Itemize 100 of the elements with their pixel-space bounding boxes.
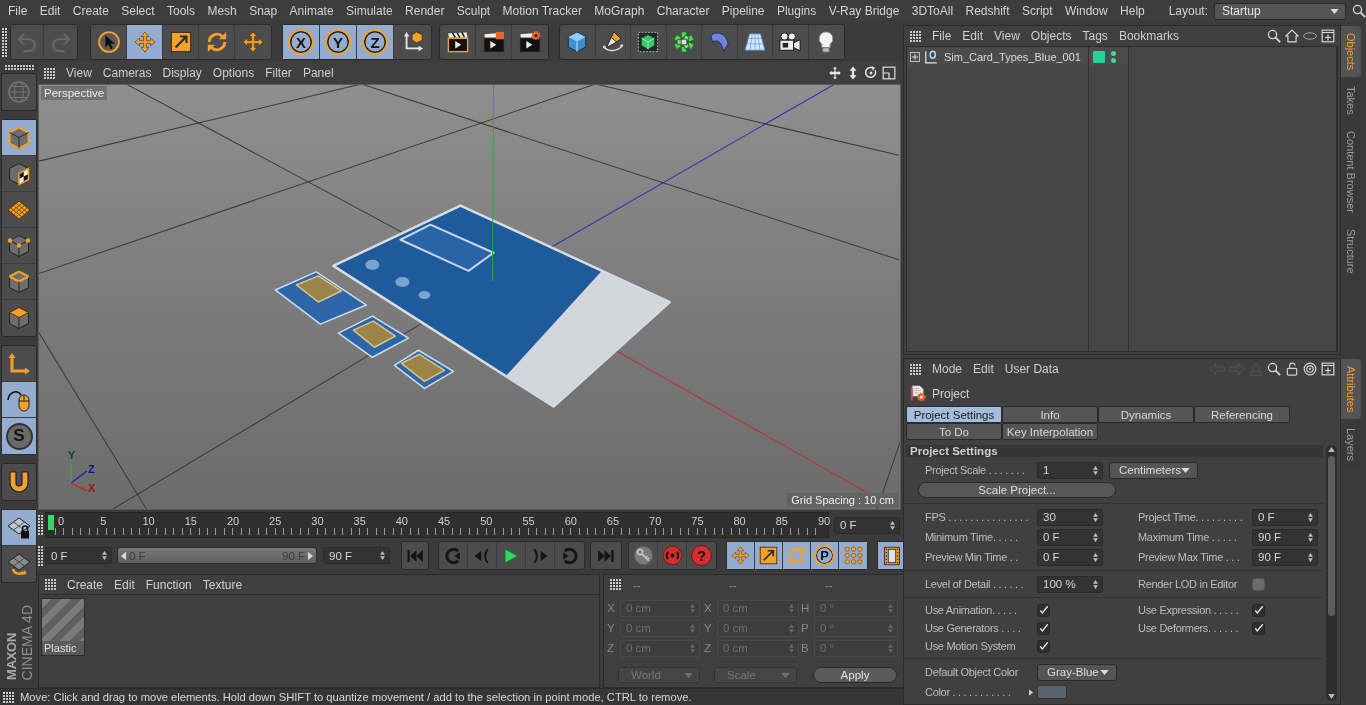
menu-item[interactable]: Mesh xyxy=(207,4,237,18)
menu-item[interactable]: Pipeline xyxy=(721,4,765,18)
number-field[interactable]: 30 xyxy=(1037,508,1103,526)
cube-cluster-icon xyxy=(672,31,695,53)
checkbox[interactable] xyxy=(1252,621,1265,635)
menu-item[interactable]: Display xyxy=(162,66,202,80)
menu-item[interactable]: User Data xyxy=(1004,362,1059,376)
menu-item[interactable]: Create xyxy=(72,4,109,18)
tab[interactable]: Dynamics xyxy=(1098,406,1194,423)
start-frame-field[interactable]: 0 F xyxy=(45,547,112,564)
menu-item[interactable]: Snap xyxy=(249,4,278,18)
menu-item[interactable]: Tools xyxy=(167,4,195,18)
dock-tab[interactable]: Attributes xyxy=(1341,359,1361,420)
menu-item[interactable]: View xyxy=(66,66,92,80)
field-label: Color . . . . . . . . . . . xyxy=(925,686,1012,698)
scrollbar[interactable] xyxy=(1326,445,1337,701)
menu-item[interactable]: Edit xyxy=(973,362,994,376)
dock-tab[interactable]: Objects xyxy=(1341,26,1361,78)
menu-item[interactable]: Edit xyxy=(114,577,135,592)
visibility-dot-icon[interactable] xyxy=(1111,50,1116,56)
menu-item[interactable]: Bookmarks xyxy=(1118,29,1179,43)
move-tool-button[interactable] xyxy=(127,25,163,59)
axis-lock-button[interactable]: X xyxy=(283,25,320,59)
frame-number: 65 xyxy=(605,515,620,527)
menu-item[interactable]: Motion Tracker xyxy=(502,4,582,18)
spinner-icon xyxy=(1093,465,1098,475)
menu-item[interactable]: Objects xyxy=(1030,29,1072,43)
timeline-ruler[interactable]: 0 5 10 15 20 25 30 35 40 45 50 55 60 65 70 75 80 85 90 xyxy=(45,512,829,538)
tab[interactable]: To Do xyxy=(906,423,1002,440)
menu-item[interactable]: Script xyxy=(1021,4,1053,18)
menu-item[interactable]: Panel xyxy=(302,66,334,80)
object-row[interactable]: Sim_Card_Types_Blue_001 xyxy=(907,47,1088,66)
menu-item[interactable]: Animate xyxy=(289,4,334,18)
playhead-marker[interactable] xyxy=(48,515,54,530)
tab[interactable]: Key Interpolation xyxy=(1002,423,1098,440)
material-tile[interactable]: Plastic xyxy=(41,598,85,656)
axis-label: X xyxy=(704,602,713,614)
menu-item[interactable]: Edit xyxy=(39,4,61,18)
axis-lock-button[interactable]: Z xyxy=(357,25,394,59)
field-label: Project Scale . . . . . . . xyxy=(925,464,1026,476)
tweak-mode-button[interactable] xyxy=(2,382,36,418)
number-field[interactable]: 0 F xyxy=(1037,528,1103,546)
grip-icon xyxy=(610,579,621,590)
menu-item[interactable]: Render xyxy=(405,4,445,18)
tab[interactable]: Project Settings xyxy=(906,406,1002,423)
checkbox[interactable] xyxy=(1037,621,1050,635)
menu-item[interactable]: Create xyxy=(67,577,104,592)
menu-item[interactable]: Edit xyxy=(962,29,984,43)
menu-item[interactable]: V-Ray Bridge xyxy=(828,4,900,18)
menu-item[interactable]: Select xyxy=(121,4,155,18)
menu-item[interactable]: Redshift xyxy=(965,4,1010,18)
dot-grid-icon xyxy=(843,546,863,565)
checkbox[interactable] xyxy=(1252,577,1265,591)
menu-item[interactable]: 3DToAll xyxy=(911,4,954,18)
number-field[interactable]: 90 F xyxy=(1252,528,1318,546)
menu-item[interactable]: Sculpt xyxy=(456,4,491,18)
menu-item[interactable]: File xyxy=(932,29,952,43)
spinner-icon xyxy=(1308,532,1313,542)
menu-item[interactable]: MoGraph xyxy=(594,4,645,18)
visibility-dot-icon[interactable] xyxy=(1111,57,1116,63)
key-parameter-button[interactable]: P xyxy=(811,542,839,569)
menu-item[interactable]: Texture xyxy=(202,577,243,592)
step-back-icon xyxy=(473,546,491,565)
menu-item[interactable]: Help xyxy=(1120,4,1145,18)
axis-lock-button[interactable]: Y xyxy=(320,25,357,59)
menu-item[interactable]: View xyxy=(994,29,1020,43)
unit-dropdown[interactable]: Centimeters xyxy=(1109,461,1198,479)
grip-icon xyxy=(4,65,34,70)
tab[interactable]: Referencing xyxy=(1194,406,1290,423)
menu-item[interactable]: File xyxy=(8,4,28,18)
color-dropdown[interactable]: Gray-Blue xyxy=(1037,663,1117,681)
layout-dropdown[interactable]: Startup xyxy=(1214,2,1346,20)
number-field[interactable]: 0 F xyxy=(1037,548,1103,566)
tab[interactable]: Info xyxy=(1002,406,1098,423)
number-field[interactable]: 1 xyxy=(1037,461,1103,479)
frame-field[interactable]: 0 F xyxy=(834,516,900,534)
timeline-button[interactable] xyxy=(878,542,906,569)
number-field[interactable]: 90 F xyxy=(1252,548,1318,566)
scale-icon xyxy=(169,31,192,53)
checkbox[interactable] xyxy=(1252,603,1265,617)
menu-item[interactable]: Options xyxy=(212,66,255,80)
cube-icon xyxy=(7,125,31,150)
menu-item[interactable]: Window xyxy=(1065,4,1108,18)
menu-item[interactable]: Simulate xyxy=(345,4,393,18)
number-field[interactable]: 0 F xyxy=(1252,508,1318,526)
end-frame-field[interactable]: 90 F xyxy=(323,547,390,564)
menu-item[interactable]: Tags xyxy=(1082,29,1108,43)
menu-item[interactable]: Plugins xyxy=(776,4,817,18)
workplane-lock-button[interactable] xyxy=(2,510,36,546)
checkbox[interactable] xyxy=(1037,603,1050,617)
menu-item[interactable]: Filter xyxy=(265,66,292,80)
menu-item[interactable]: Function xyxy=(145,577,192,592)
scale-project-button[interactable]: Scale Project... xyxy=(918,482,1116,498)
menu-item[interactable]: Cameras xyxy=(102,66,152,80)
checkbox[interactable] xyxy=(1037,639,1050,653)
menu-item[interactable]: Mode xyxy=(932,362,963,376)
color-swatch[interactable] xyxy=(1037,685,1067,699)
menu-item[interactable]: Character xyxy=(656,4,710,18)
model-mode-button[interactable] xyxy=(2,120,36,156)
number-field[interactable]: 100 % xyxy=(1037,575,1103,593)
